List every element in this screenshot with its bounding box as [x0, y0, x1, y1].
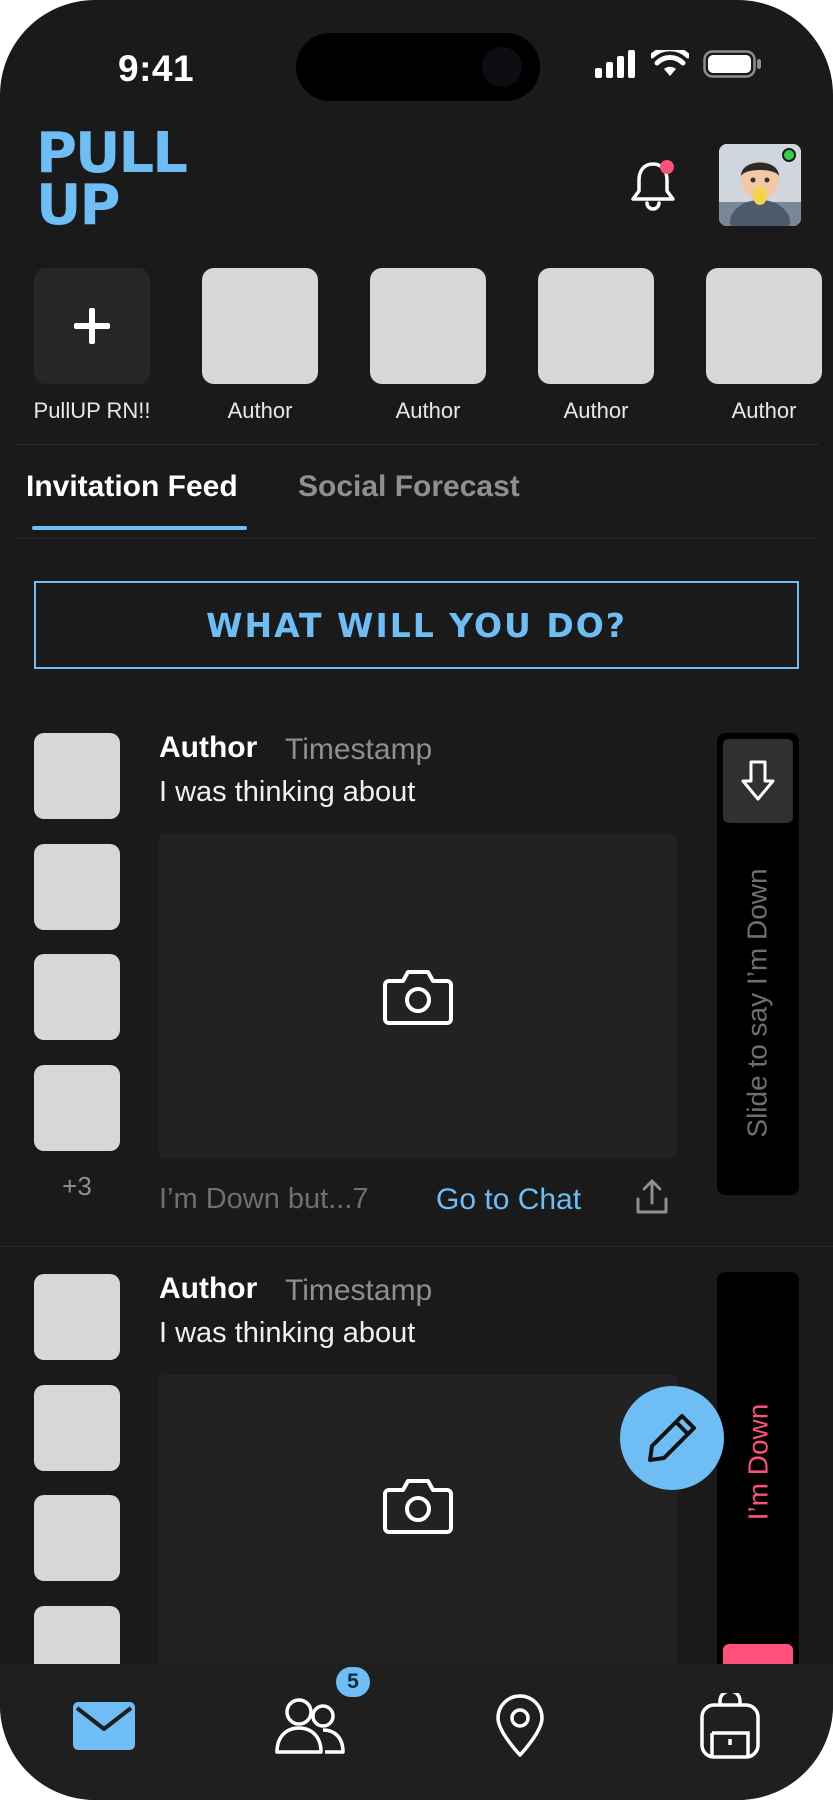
attendee-avatar[interactable] [34, 1274, 120, 1360]
nav-inbox[interactable] [64, 1686, 144, 1766]
go-to-chat-link[interactable]: Go to Chat [436, 1183, 581, 1217]
story-thumbnail[interactable] [538, 268, 654, 384]
slider-text-wrap: Slide to say I’m Down [717, 833, 799, 1173]
attendee-avatar[interactable] [34, 1495, 120, 1581]
camera-icon [383, 970, 453, 1025]
logo-line-2: UP [36, 173, 121, 238]
slider-label: Slide to say I’m Down [742, 868, 773, 1138]
story-label: Author [731, 398, 797, 423]
pullup-logo: PULL UP [36, 126, 188, 238]
nav-map[interactable] [480, 1686, 560, 1766]
post-text: I was thinking about [159, 1317, 416, 1349]
compose-button[interactable] [620, 1386, 724, 1490]
camera-icon [383, 1479, 453, 1534]
post-actions: I’m Down but...7 Go to Chat [159, 1179, 679, 1223]
story-label: Author [563, 398, 629, 423]
post-author[interactable]: Author [159, 1272, 257, 1306]
tabs-divider [14, 538, 819, 539]
slider-knob[interactable] [723, 739, 793, 823]
nav-friends[interactable] [270, 1686, 350, 1766]
story-add[interactable]: PullUP RN!! [32, 268, 152, 424]
post-divider [0, 1246, 833, 1247]
more-attendees-count[interactable]: +3 [34, 1171, 120, 1202]
attendee-avatar[interactable] [34, 844, 120, 930]
plus-icon [74, 308, 110, 344]
stories-row: PullUP RN!! Author Author Author Author [0, 268, 833, 428]
post-author[interactable]: Author [159, 731, 257, 765]
post-media-placeholder[interactable] [159, 834, 677, 1158]
post-timestamp: Timestamp [285, 733, 433, 766]
share-icon[interactable] [635, 1179, 669, 1215]
story-label: PullUP RN!! [33, 398, 151, 423]
attendee-avatar[interactable] [34, 1385, 120, 1471]
front-camera [482, 47, 522, 87]
signal-icon [595, 50, 635, 78]
story-item[interactable]: Author [200, 268, 320, 424]
story-thumbnail[interactable] [370, 268, 486, 384]
arrow-down-icon [741, 760, 775, 801]
attendee-avatar[interactable] [34, 954, 120, 1040]
slider-label: I’m Down [742, 1403, 774, 1521]
backpack-icon [700, 1693, 760, 1759]
story-item[interactable]: Author [536, 268, 656, 424]
status-icons [595, 50, 761, 78]
attendee-avatar[interactable] [34, 733, 120, 819]
notification-dot [660, 160, 674, 174]
slider-text-wrap: I’m Down [717, 1312, 799, 1612]
mail-icon [73, 1702, 135, 1750]
story-thumbnail[interactable] [202, 268, 318, 384]
battery-icon [703, 50, 761, 78]
active-tab-indicator [32, 526, 247, 530]
location-icon [496, 1694, 544, 1757]
story-item[interactable]: Author [704, 268, 824, 424]
bottom-nav [0, 1664, 833, 1800]
wifi-icon [651, 50, 689, 76]
nav-backpack[interactable] [690, 1686, 770, 1766]
im-down-slider[interactable]: I’m Down [717, 1272, 799, 1692]
post-media-placeholder[interactable] [159, 1375, 677, 1675]
status-bar: 9:41 [0, 0, 833, 120]
invitation-post: +3 Author Timestamp I was thinking about… [0, 731, 833, 1241]
story-thumbnail[interactable] [706, 268, 822, 384]
tab-social-forecast[interactable]: Social Forecast [298, 470, 520, 504]
attendee-avatar[interactable] [34, 1065, 120, 1151]
friends-icon [275, 1698, 345, 1754]
online-status-dot [782, 148, 796, 162]
story-label: Author [395, 398, 461, 423]
post-text: I was thinking about [159, 776, 416, 808]
story-add-box[interactable] [34, 268, 150, 384]
story-item[interactable]: Author [368, 268, 488, 424]
app-screen: 9:41 PULL UP PullUP RN!! Author Author A… [0, 0, 833, 1800]
stories-divider [14, 444, 819, 445]
tab-invitation-feed[interactable]: Invitation Feed [26, 470, 238, 504]
story-label: Author [227, 398, 293, 423]
what-will-you-do-button[interactable]: WHAT WILL YOU DO? [34, 581, 799, 669]
slide-to-say-im-down[interactable]: Slide to say I’m Down [717, 733, 799, 1195]
status-time: 9:41 [118, 48, 195, 89]
im-down-but-count[interactable]: I’m Down but...7 [159, 1183, 369, 1216]
post-timestamp: Timestamp [285, 1274, 433, 1307]
dynamic-island [296, 33, 540, 101]
friends-badge: 5 [333, 1664, 373, 1700]
pencil-icon [648, 1414, 696, 1462]
